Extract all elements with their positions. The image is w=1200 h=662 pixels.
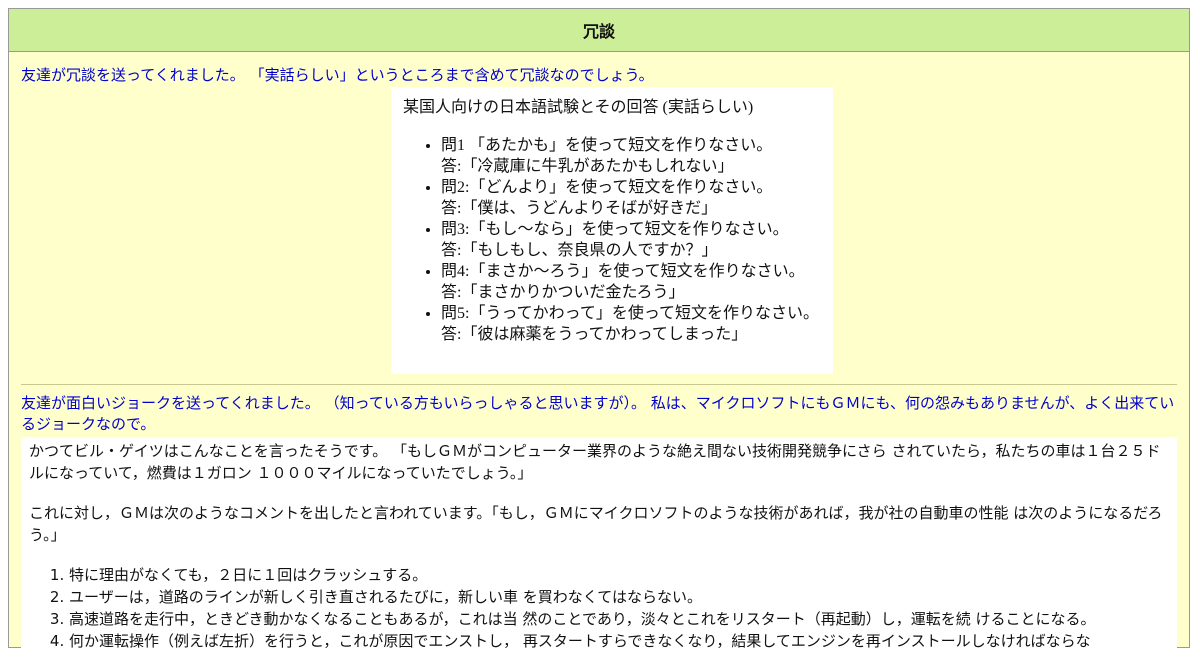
page-frame: 冗談 友達が冗談を送ってくれました。 「実話らしい」というところまで含めて冗談な… [8, 8, 1190, 662]
joke-box: かつてビル・ゲイツはこんなことを言ったそうです。 「もしＧＭがコンピューター業界… [21, 437, 1177, 662]
joke-paragraph-1: かつてビル・ゲイツはこんなことを言ったそうです。 「もしＧＭがコンピューター業界… [29, 442, 1161, 482]
exam-question: 問1 「あたかも」を使って短文を作りなさい。 [441, 137, 773, 154]
exam-answer: 答:「冷蔵庫に牛乳があたかもしれない」 [441, 158, 734, 175]
exam-question: 問2:「どんより」を使って短文を作りなさい。 [441, 179, 773, 196]
page-title: 冗談 [582, 22, 615, 41]
joke-list-item: 特に理由がなくても，２日に１回はクラッシュする。 [69, 564, 1169, 586]
joke-list-item: 何か運転操作（例えば左折）を行うと，これが原因でエンストし， 再スタートすらでき… [69, 630, 1169, 652]
exam-question: 問3:「もし～なら」を使って短文を作りなさい。 [441, 221, 789, 238]
exam-heading: 某国人向けの日本語試験とその回答 (実話らしい) [403, 99, 754, 116]
exam-question: 問4:「まさか～ろう」を使って短文を作りなさい。 [441, 263, 805, 280]
exam-answer: 答:「僕は、うどんよりそばが好きだ」 [441, 200, 718, 217]
joke-list-item: 高速道路を走行中，ときどき動かなくなることもあるが，これは当 然のことであり，淡… [69, 608, 1169, 630]
exam-item: 問5:「うってかわって」を使って短文を作りなさい。 答:「彼は麻薬をうってかわっ… [441, 303, 821, 345]
joke-list: 特に理由がなくても，２日に１回はクラッシュする。 ユーザーは，道路のラインが新し… [29, 564, 1169, 652]
exam-item: 問1 「あたかも」を使って短文を作りなさい。 答:「冷蔵庫に牛乳があたかもしれな… [441, 135, 821, 177]
section1-intro: 友達が冗談を送ってくれました。 「実話らしい」というところまで含めて冗談なのでし… [21, 66, 654, 84]
exam-answer: 答:「彼は麻薬をうってかわってしまった」 [441, 326, 748, 343]
exam-item: 問2:「どんより」を使って短文を作りなさい。 答:「僕は、うどんよりそばが好きだ… [441, 177, 821, 219]
section-divider [21, 384, 1177, 385]
content-area: 友達が冗談を送ってくれました。 「実話らしい」というところまで含めて冗談なのでし… [9, 65, 1189, 662]
joke-list-item: ユーザーは，道路のラインが新しく引き直されるたびに，新しい車 を買わなくてはなら… [69, 586, 1169, 608]
exam-answer: 答:「まさかりかついだ金たろう」 [441, 284, 685, 301]
section2-intro: 友達が面白いジョークを送ってくれました。 （知っている方もいらっしゃると思います… [21, 394, 1175, 433]
page-title-bar: 冗談 [9, 9, 1189, 52]
joke-paragraph-2: これに対し，ＧＭは次のようなコメントを出したと言われています。「もし，ＧＭにマイ… [29, 504, 1163, 544]
exam-answer: 答:「もしもし、奈良県の人ですか？」 [441, 242, 718, 259]
exam-list: 問1 「あたかも」を使って短文を作りなさい。 答:「冷蔵庫に牛乳があたかもしれな… [403, 135, 821, 345]
exam-question: 問5:「うってかわって」を使って短文を作りなさい。 [441, 305, 820, 322]
exam-item: 問3:「もし～なら」を使って短文を作りなさい。 答:「もしもし、奈良県の人ですか… [441, 219, 821, 261]
exam-item: 問4:「まさか～ろう」を使って短文を作りなさい。 答:「まさかりかついだ金たろう… [441, 261, 821, 303]
exam-box: 某国人向けの日本語試験とその回答 (実話らしい) 問1 「あたかも」を使って短文… [391, 87, 833, 374]
